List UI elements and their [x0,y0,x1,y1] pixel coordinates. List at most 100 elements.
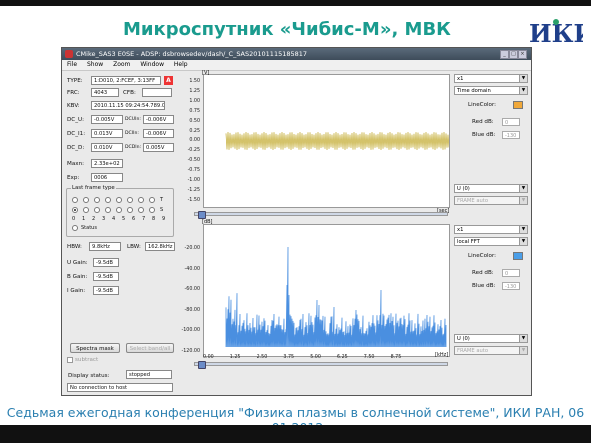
frame-radio[interactable] [149,207,155,213]
status-radio[interactable] [72,225,78,231]
hbw-label: HBW: [67,244,82,250]
menu-file[interactable]: File [67,61,77,68]
bottom-mode-select[interactable]: local FFT ▼ [454,237,528,246]
top-scale-value: x1 [457,76,464,82]
bottom-scroll-thumb[interactable] [198,361,206,369]
y-tick-label: 0.25 [189,128,200,134]
bottom-scale-select[interactable]: x1 ▼ [454,225,528,234]
frame-radio[interactable] [116,207,122,213]
top-linecolor-label: LineColor: [468,102,497,108]
frame-radio-selected[interactable] [72,207,78,213]
chevron-down-icon: ▼ [519,347,527,354]
y-tick-label: -80.00 [184,307,200,313]
num-label: 3 [102,216,106,222]
frc-label: FRC: [67,90,80,96]
chevron-down-icon: ▼ [519,87,527,94]
dc-d-label: DC_D: [67,145,85,151]
dc-u-label: DC_U: [67,117,84,123]
dcd-field: 0.005V [143,143,174,152]
frame-type-group: Last frame type T S 0 1 2 3 4 5 6 7 8 9 … [66,185,174,237]
num-label: 7 [142,216,146,222]
subtract-label: subtract [75,357,99,363]
lbw-label: LBW: [127,244,141,250]
radio-label-t: T [160,197,164,203]
dc-u-field: -0.005V [91,115,123,124]
top-scroll-thumb[interactable] [198,211,206,219]
frame-radio[interactable] [105,207,111,213]
bottom-channel-select[interactable]: U (0) ▼ [454,334,528,343]
y-tick-label: 1.50 [189,79,200,84]
maxn-label: Maxn: [67,161,84,167]
frame-radio[interactable] [149,197,155,203]
maximize-icon[interactable]: □ [509,50,518,59]
chevron-down-icon: ▼ [519,197,527,204]
top-frame-value: FRAME auto [457,198,489,204]
x-tick-label: 6.25 [337,355,348,360]
minimize-icon[interactable]: _ [500,50,509,59]
frame-radio[interactable] [72,197,78,203]
type-label: TYPE: [67,78,83,84]
num-label: 9 [162,216,166,222]
bottom-red-db-spinner[interactable]: 0 [502,269,520,277]
top-line-color-swatch[interactable] [513,101,523,109]
frame-radio[interactable] [127,197,133,203]
num-label: 8 [152,216,156,222]
display-status-label: Display status: [68,373,110,379]
frame-radio[interactable] [127,207,133,213]
bottom-channel-value: U (0) [457,336,470,342]
frame-radio[interactable] [138,197,144,203]
spectrum-plot [203,224,450,357]
x-tick-label: 8.75 [390,355,402,360]
y-tick-label: -0.50 [187,158,200,164]
frame-radio[interactable] [94,207,100,213]
close-icon[interactable]: × [518,50,527,59]
bottom-frame-value: FRAME auto [457,348,489,354]
cfb-field [142,88,172,97]
top-scrollbar[interactable] [194,212,448,216]
bottom-line-color-swatch[interactable] [513,252,523,260]
bgain-label: B Gain: [67,274,88,280]
bottom-x-unit: [kHz] [435,352,449,358]
menu-show[interactable]: Show [87,61,103,68]
frame-radio[interactable] [138,207,144,213]
menu-help[interactable]: Help [174,61,188,68]
top-scale-select[interactable]: x1 ▼ [454,74,528,83]
window-titlebar[interactable]: CMike_SAS3 E0SE - ADSP: dsbrowsedev/dash… [62,48,531,60]
y-tick-label: 1.25 [189,88,200,94]
window-title: CMike_SAS3 E0SE - ADSP: dsbrowsedev/dash… [76,50,308,58]
menu-window[interactable]: Window [140,61,164,68]
y-tick-label: -1.50 [187,197,200,203]
connection-status-field: No connection to host [67,383,173,392]
top-mode-select[interactable]: Time domain ▼ [454,86,528,95]
bottom-mode-value: local FFT [457,239,480,245]
exp-label: Exp: [67,175,80,181]
frame-radio[interactable] [105,197,111,203]
frame-radio[interactable] [116,197,122,203]
status-label: Status [81,225,97,231]
top-frame-select[interactable]: FRAME auto ▼ [454,196,528,205]
chevron-down-icon: ▼ [519,335,527,342]
top-red-db-spinner[interactable]: 0 [502,118,520,126]
y-tick-label: -40.00 [184,266,200,272]
top-blue-db-spinner[interactable]: -130 [502,131,520,139]
x-tick-label: 1.25 [229,355,241,360]
spectra-mask-button[interactable]: Spectra mask [70,343,120,353]
select-band-button[interactable]: Select band/all [126,343,174,353]
frame-radio[interactable] [83,207,89,213]
bottom-scrollbar[interactable] [194,362,448,366]
bgain-field: -9.5dB [93,272,119,281]
bottom-frame-select[interactable]: FRAME auto ▼ [454,346,528,355]
y-tick-label: -1.25 [187,187,200,193]
time-signal-trace [225,131,457,151]
frame-radio[interactable] [94,197,100,203]
right-panel: x1 ▼ Time domain ▼ LineColor: Red dB: 0 Bl… [454,72,530,394]
bottom-blue-db-spinner[interactable]: -130 [502,282,520,290]
num-label: 4 [112,216,116,222]
bottom-linecolor-label: LineColor: [468,253,497,259]
frame-radio[interactable] [83,197,89,203]
menu-zoom[interactable]: Zoom [113,61,130,68]
subtract-checkbox[interactable] [67,357,73,363]
frc-field: 4043 [91,88,119,97]
top-channel-select[interactable]: U (0) ▼ [454,184,528,193]
num-label: 0 [72,216,76,222]
